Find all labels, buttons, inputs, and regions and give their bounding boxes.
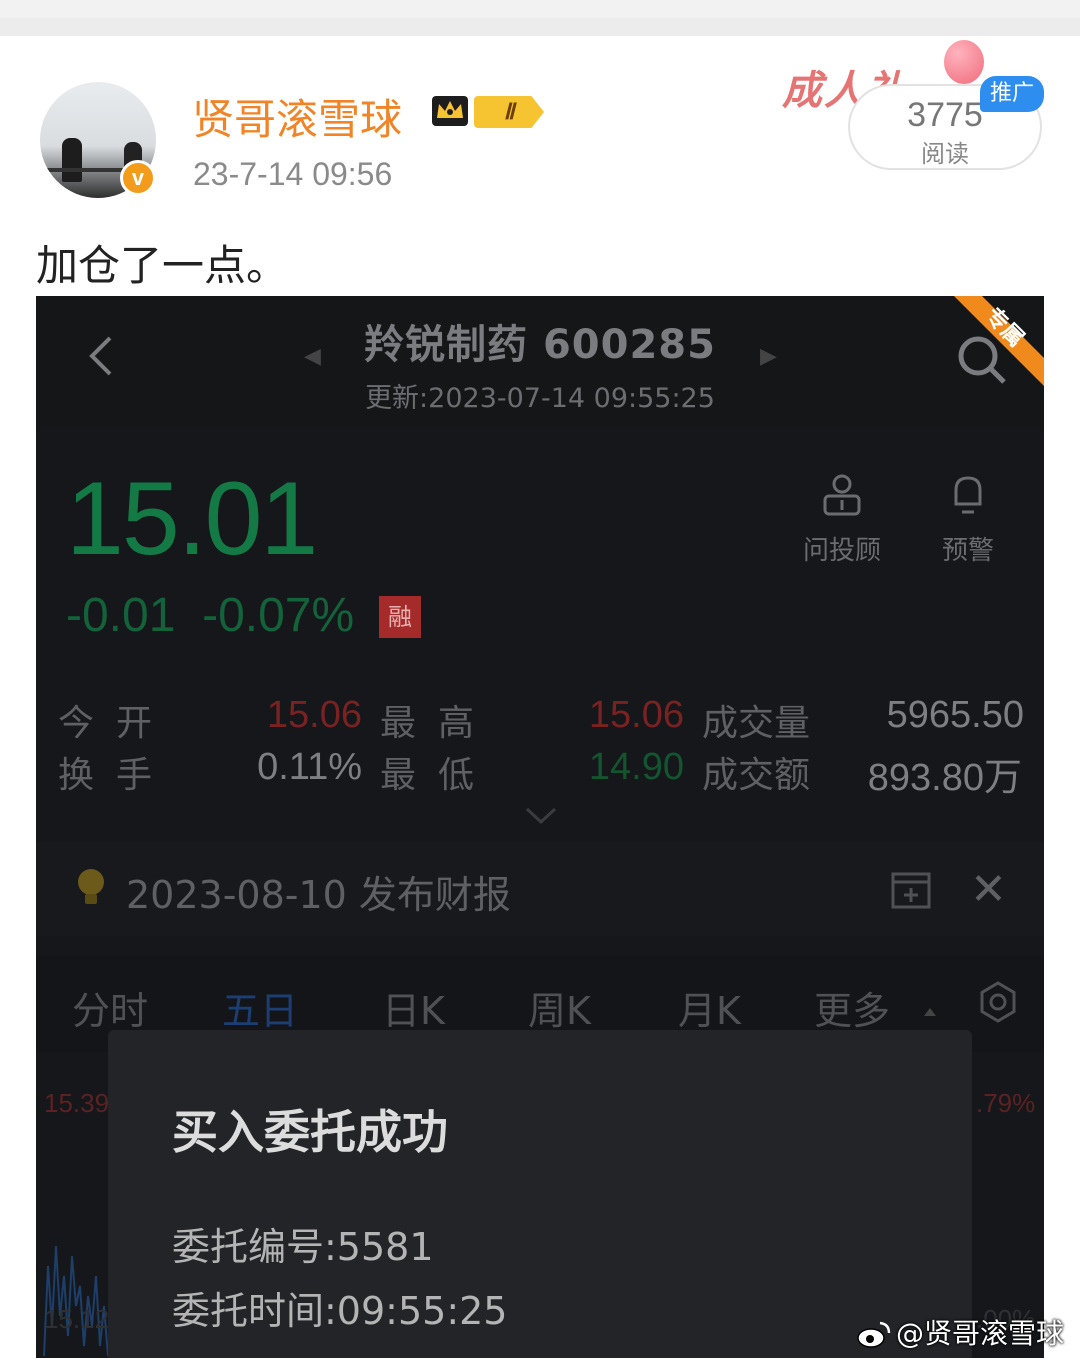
- promo-tag: 推广: [980, 76, 1044, 112]
- order-time: 委托时间:09:55:25: [172, 1289, 508, 1333]
- embedded-screenshot[interactable]: ◀ 羚锐制药 600285 ▶ 更新:2023-07-14 09:55:25 专…: [36, 296, 1044, 1358]
- amount-value: 893.80万: [867, 757, 1022, 799]
- chevron-down-icon[interactable]: [524, 806, 558, 826]
- top-divider-band: [0, 18, 1080, 36]
- crown-icon: [432, 96, 468, 126]
- verified-badge-icon: v: [120, 160, 156, 196]
- low-value: 14.90: [588, 746, 684, 788]
- caret-icon: [924, 1008, 936, 1016]
- tab-weekly-k[interactable]: 周K: [528, 980, 591, 1035]
- axis-label-top-left: 15.39: [44, 1088, 110, 1118]
- open-value: 15.06: [266, 694, 362, 736]
- level-badge[interactable]: Ⅱ: [474, 96, 544, 128]
- turnover-label: 换手: [58, 755, 175, 796]
- tab-more[interactable]: 更多: [814, 980, 890, 1035]
- advisor-icon: [823, 474, 861, 516]
- alert-button[interactable]: 预警: [926, 530, 1010, 567]
- amount-label: 成交额: [702, 755, 811, 796]
- price-change: -0.01 -0.07%: [66, 589, 355, 642]
- lightbulb-icon: [78, 869, 104, 904]
- axis-label-bottom-left: 15.12: [44, 1304, 110, 1334]
- close-icon[interactable]: ✕: [970, 864, 1007, 915]
- watermark: @贤哥滚雪球: [856, 1312, 1064, 1352]
- tab-daily-k[interactable]: 日K: [382, 980, 445, 1035]
- username[interactable]: 贤哥滚雪球: [192, 86, 402, 147]
- next-stock-icon: ▶: [760, 344, 777, 369]
- bell-icon: [954, 476, 982, 514]
- open-label: 今开: [58, 703, 175, 744]
- stock-title: 羚锐制药 600285: [364, 322, 716, 368]
- report-notice: 2023-08-10 发布财报: [126, 873, 511, 917]
- tab-five-day[interactable]: 五日: [222, 980, 298, 1035]
- turnover-value: 0.11%: [257, 746, 362, 788]
- post-timestamp: 23-7-14 09:56: [193, 156, 393, 192]
- high-label: 最高: [380, 703, 497, 744]
- margin-badge: 融: [379, 596, 421, 638]
- post-text: 加仓了一点。: [36, 241, 289, 290]
- calendar-add-icon[interactable]: [890, 868, 932, 910]
- stock-price: 15.01: [66, 461, 318, 577]
- order-number: 委托编号:5581: [172, 1225, 434, 1269]
- volume-label: 成交量: [702, 703, 811, 744]
- watermark-text: @贤哥滚雪球: [896, 1317, 1065, 1350]
- low-label: 最低: [380, 755, 497, 796]
- price-line: [43, 1245, 109, 1357]
- tab-intraday[interactable]: 分时: [72, 980, 148, 1035]
- read-label: 阅读: [921, 140, 969, 168]
- avatar-figure: [62, 138, 82, 182]
- update-time: 更新:2023-07-14 09:55:25: [365, 383, 715, 414]
- dialog-title: 买入委托成功: [172, 1105, 448, 1159]
- tab-monthly-k[interactable]: 月K: [678, 980, 741, 1035]
- volume-value: 5965.50: [886, 694, 1024, 736]
- axis-label-top-right: .79%: [976, 1088, 1036, 1118]
- settings-icon[interactable]: [976, 980, 1020, 1024]
- advisor-button[interactable]: 问投顾: [796, 530, 888, 567]
- weibo-logo-icon: [857, 1321, 891, 1348]
- high-value: 15.06: [588, 694, 684, 736]
- balloon-icon: [944, 40, 984, 84]
